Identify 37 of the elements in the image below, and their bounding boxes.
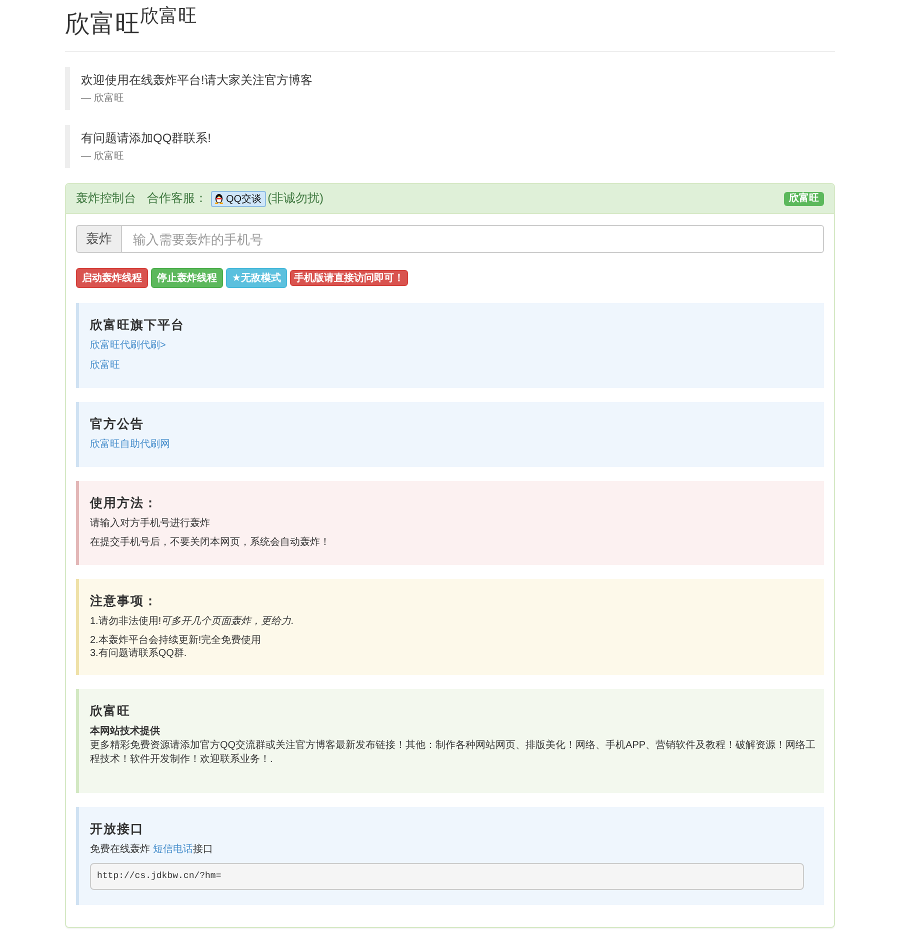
notice-title: 注意事项： bbox=[90, 593, 158, 609]
quote-text: 欢迎使用在线轰炸平台!请大家关注官方博客 bbox=[81, 72, 314, 89]
platform-link[interactable]: 欣富旺自助代刷网 bbox=[90, 438, 170, 452]
penguin-icon bbox=[214, 193, 224, 204]
notice-text: 在提交手机号后，不要关闭本网页，系统会自动轰炸！ bbox=[90, 536, 331, 550]
site-title: 欣富旺 bbox=[65, 9, 140, 39]
notice-text: 请输入对方手机号进行轰炸 bbox=[90, 517, 211, 531]
notice-heading: 本网站技术提供 bbox=[90, 725, 161, 739]
site-subtitle: 欣富旺 bbox=[140, 7, 197, 27]
action-button[interactable]: 启动轰炸线程 bbox=[76, 268, 148, 288]
action-button[interactable]: 手机版请直接访问即可！ bbox=[290, 270, 408, 286]
notice-text: 2.本轰炸平台会持续更新!完全免费使用 bbox=[90, 634, 262, 647]
phone-input[interactable]: 输入需要轰炸的手机号 bbox=[122, 225, 824, 253]
notice-text: 1.请勿非法使用!可多开几个页面轰炸，更给力. bbox=[90, 615, 295, 629]
notice-title: 官方公告 bbox=[90, 416, 145, 432]
notice-title: 使用方法： bbox=[90, 495, 158, 511]
qq-chat-button[interactable]: QQ交谈 bbox=[211, 190, 266, 206]
action-button[interactable]: 停止轰炸线程 bbox=[151, 268, 223, 288]
notice-text: 3.有问题请联系QQ群. bbox=[90, 647, 188, 660]
api-link[interactable]: 短信电话 bbox=[152, 844, 193, 855]
platform-link[interactable]: 欣富旺代刷代刷> bbox=[90, 339, 166, 353]
quote-text: 有问题请添加QQ群联系! bbox=[81, 130, 212, 147]
quote-source: — 欣富旺 bbox=[81, 150, 125, 164]
heading-note: (非诚勿扰) bbox=[268, 190, 324, 207]
notice-title: 欣富旺旗下平台 bbox=[90, 317, 186, 333]
notice-title: 开放接口 bbox=[90, 821, 145, 837]
input-addon-label: 轰炸 bbox=[76, 225, 122, 253]
notice-title: 欣富旺 bbox=[90, 703, 132, 719]
quote-source: — 欣富旺 bbox=[81, 92, 125, 106]
notice-text: 免费在线轰炸 短信电话接口 bbox=[90, 843, 214, 857]
code-block: http://cs.jdkbw.cn/?hm= bbox=[90, 863, 804, 890]
platform-link[interactable]: 欣富旺 bbox=[90, 359, 120, 373]
site-badge: 欣富旺 bbox=[784, 192, 824, 206]
panel-title: 轰炸控制台 bbox=[76, 190, 136, 207]
service-label: 合作客服： bbox=[147, 190, 207, 207]
action-button[interactable]: ★无敌模式 bbox=[226, 268, 287, 288]
notice-text: 更多精彩免费资源请添加官方QQ交流群或关注官方博客最新发布链接！其他：制作各种网站网页、排版美化！网络、手机APP、营销软件及教程！破解资源！网络工程技术！软件开发制作！欢迎联系业务！. bbox=[90, 739, 816, 767]
